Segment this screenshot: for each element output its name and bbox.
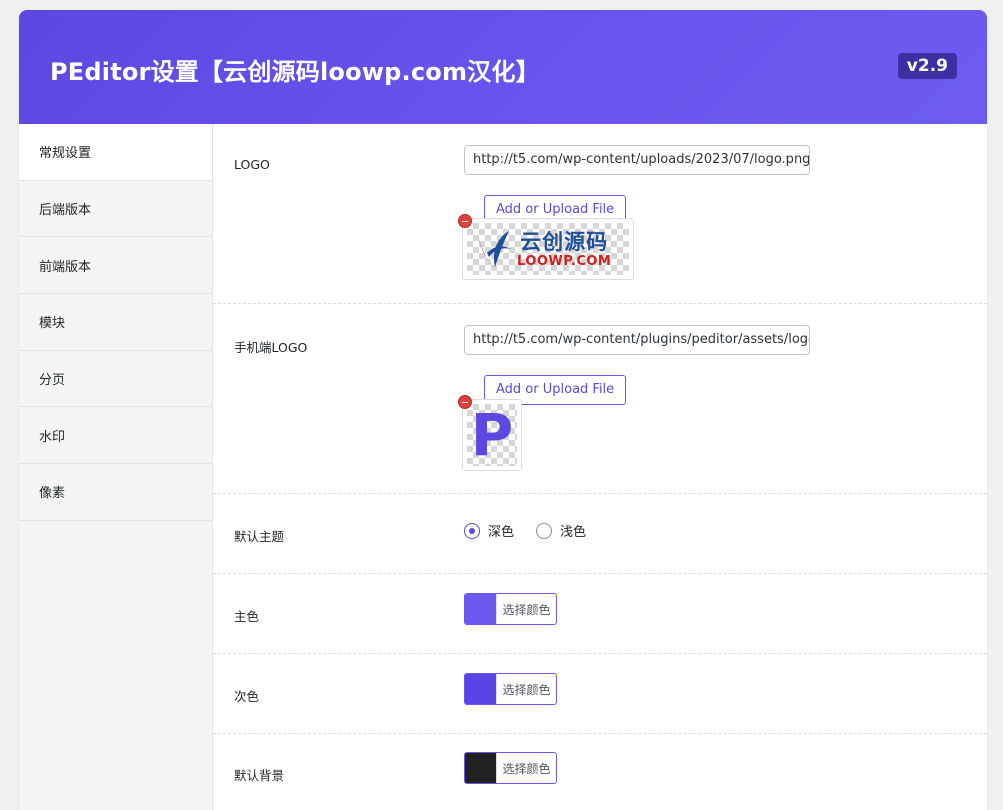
remove-logo-icon[interactable] — [458, 214, 472, 228]
sidebar-item-label: 前端版本 — [39, 259, 92, 275]
logo-image: 云创源码 LOOWP.COM — [467, 223, 629, 275]
secondary-color-picker[interactable]: 选择颜色 — [464, 673, 557, 705]
page-title: PEditor设置【云创源码loowp.com汉化】 — [50, 58, 540, 86]
setting-row-logo: LOGO http://t5.com/wp-content/uploads/20… — [213, 124, 987, 304]
radio-light[interactable] — [536, 522, 553, 539]
setting-row-default-background: 默认背景 选择颜色 — [213, 734, 987, 810]
sidebar-item-label: 分页 — [39, 373, 66, 389]
logo-label: LOGO — [234, 157, 270, 172]
sidebar-item-label: 像素 — [39, 486, 66, 502]
setting-row-secondary-color: 次色 选择颜色 — [213, 654, 987, 734]
mobile-logo-letter: P — [470, 401, 514, 469]
radio-dark[interactable] — [464, 522, 480, 539]
default-theme-radio-group: 深色 浅色 — [464, 521, 586, 540]
sidebar-item-frontend[interactable]: 前端版本 — [19, 237, 212, 295]
sidebar-item-modules[interactable]: 模块 — [19, 294, 212, 351]
settings-panel: PEditor设置【云创源码loowp.com汉化】 v2.9 常规设置 后端版… — [19, 10, 987, 810]
sidebar-item-label: 水印 — [39, 429, 66, 445]
sidebar-item-general[interactable]: 常规设置 — [19, 124, 212, 181]
logo-text-cn: 云创源码 — [520, 229, 609, 254]
theme-option-light-label: 浅色 — [560, 525, 587, 540]
setting-row-mobile-logo: 手机端LOGO http://t5.com/wp-content/plugins… — [213, 304, 987, 494]
logo-mark-icon — [477, 231, 511, 267]
default-background-field: 选择颜色 — [464, 752, 557, 784]
page-header: PEditor设置【云创源码loowp.com汉化】 v2.9 — [19, 10, 987, 124]
secondary-color-button-label: 选择颜色 — [496, 674, 556, 704]
setting-row-default-theme: 默认主题 深色 浅色 — [213, 494, 987, 574]
sidebar-item-pagination[interactable]: 分页 — [19, 350, 212, 408]
theme-option-light[interactable]: 浅色 — [536, 521, 586, 540]
mobile-logo-preview: P — [458, 395, 522, 471]
sidebar-item-label: 模块 — [39, 316, 66, 332]
sidebar-item-pixel[interactable]: 像素 — [19, 464, 212, 521]
logo-text-en: LOOWP.COM — [517, 253, 612, 269]
secondary-color-field: 选择颜色 — [464, 673, 557, 705]
default-background-picker[interactable]: 选择颜色 — [464, 752, 557, 784]
remove-mobile-logo-icon[interactable] — [458, 395, 472, 409]
default-theme-label: 默认主题 — [234, 529, 285, 544]
logo-text: 云创源码 LOOWP.COM — [517, 230, 611, 269]
mobile-logo-url-input[interactable]: http://t5.com/wp-content/plugins/peditor… — [464, 325, 810, 355]
mobile-logo-field: http://t5.com/wp-content/plugins/peditor… — [458, 325, 810, 471]
settings-content: LOGO http://t5.com/wp-content/uploads/20… — [213, 124, 987, 810]
logo-url-input[interactable]: http://t5.com/wp-content/uploads/2023/07… — [464, 145, 810, 175]
default-background-swatch — [465, 753, 496, 783]
sidebar-item-backend[interactable]: 后端版本 — [19, 180, 212, 238]
theme-option-dark[interactable]: 深色 — [464, 521, 514, 540]
version-badge: v2.9 — [897, 53, 957, 79]
secondary-color-swatch — [465, 674, 496, 704]
logo-preview: 云创源码 LOOWP.COM — [458, 214, 634, 280]
primary-color-label: 主色 — [234, 609, 260, 624]
primary-color-button-label: 选择颜色 — [496, 594, 556, 624]
mobile-logo-label: 手机端LOGO — [234, 340, 308, 355]
sidebar-item-label: 后端版本 — [39, 203, 92, 219]
theme-option-dark-label: 深色 — [488, 525, 515, 540]
default-background-label: 默认背景 — [234, 768, 285, 783]
primary-color-field: 选择颜色 — [464, 593, 557, 625]
default-background-button-label: 选择颜色 — [496, 753, 556, 783]
setting-row-primary-color: 主色 选择颜色 — [213, 574, 987, 654]
mobile-logo-image: P — [467, 404, 517, 466]
primary-color-swatch — [465, 594, 496, 624]
sidebar-item-watermark[interactable]: 水印 — [19, 407, 212, 465]
primary-color-picker[interactable]: 选择颜色 — [464, 593, 557, 625]
sidebar-item-label: 常规设置 — [39, 146, 92, 162]
logo-field: http://t5.com/wp-content/uploads/2023/07… — [458, 145, 810, 280]
secondary-color-label: 次色 — [234, 689, 260, 704]
settings-sidebar: 常规设置 后端版本 前端版本 模块 分页 水印 像素 — [19, 124, 213, 810]
